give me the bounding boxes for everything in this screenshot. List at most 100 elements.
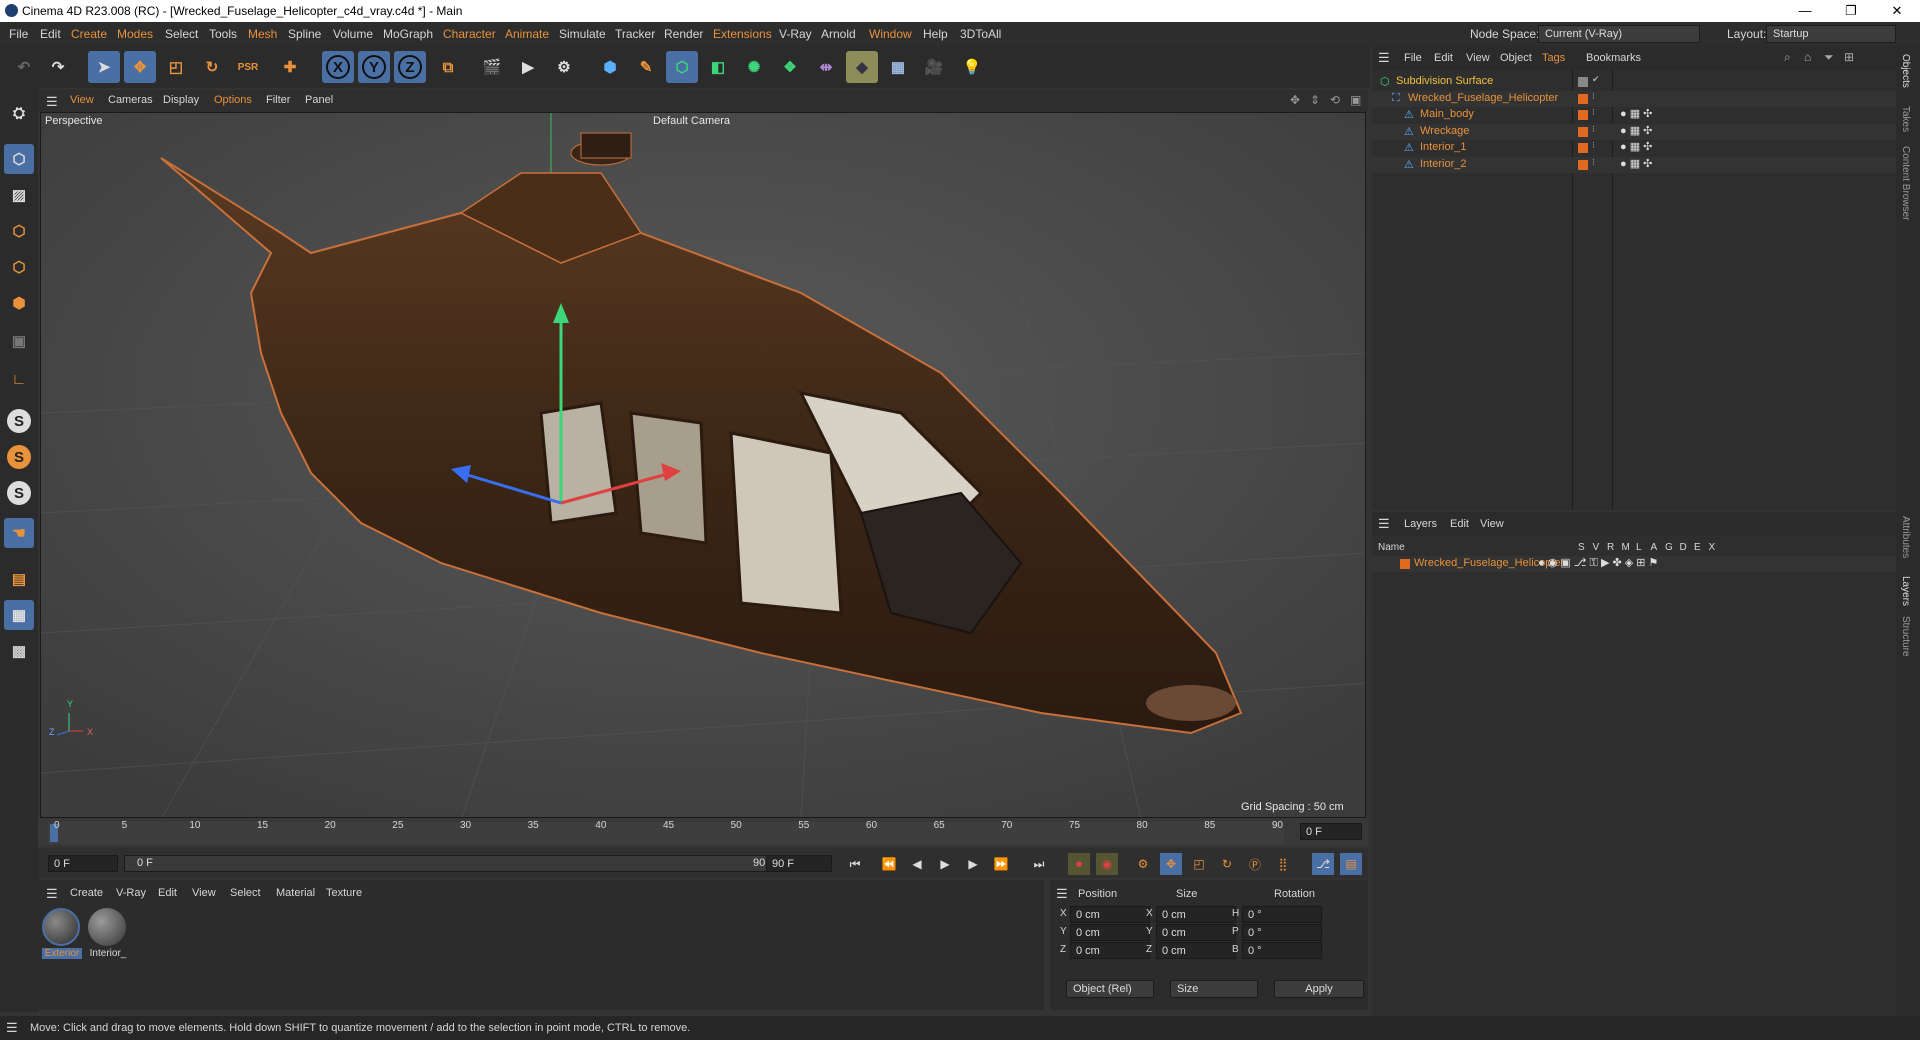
mograph-cloner-icon[interactable]: ✺ — [738, 51, 770, 83]
next-frame-icon[interactable]: ▶ — [962, 853, 984, 875]
status-menu-icon[interactable]: ☰ — [6, 1020, 18, 1036]
object-row[interactable]: ⚠ Interior_2 ⁝ ● ▦ ✣ — [1372, 156, 1896, 173]
layer-flag-header[interactable]: V — [1593, 542, 1600, 553]
subdivision-icon[interactable]: ⬡ — [666, 51, 698, 83]
layer-flag-header[interactable]: R — [1607, 542, 1614, 553]
menu-tracker[interactable]: Tracker — [615, 27, 655, 41]
prev-key-icon[interactable]: ⏪ — [878, 853, 900, 875]
rotation-field[interactable]: 0 ° — [1242, 924, 1322, 941]
menu-arnold[interactable]: Arnold — [821, 27, 856, 41]
object-menu-view[interactable]: View — [1466, 52, 1490, 64]
object-layer-swatch[interactable] — [1578, 126, 1588, 137]
object-name[interactable]: Subdivision Surface — [1396, 75, 1493, 87]
object-menu-bookmarks[interactable]: Bookmarks — [1586, 52, 1641, 64]
object-layer-swatch[interactable] — [1578, 159, 1588, 170]
layer-flag-header[interactable]: M — [1622, 542, 1630, 553]
material-menu-view[interactable]: View — [192, 887, 216, 899]
menu-spline[interactable]: Spline — [288, 27, 321, 41]
object-home-icon[interactable]: ⌂ — [1804, 50, 1811, 64]
locked-workplane-icon[interactable]: ▩ — [4, 636, 34, 666]
material-tag-icons[interactable]: ● ▦ ✣ — [1620, 140, 1652, 153]
menu-edit[interactable]: Edit — [40, 27, 61, 41]
timeline-window-icon[interactable]: ▤ — [1340, 853, 1362, 875]
menu-extensions[interactable]: Extensions — [713, 27, 772, 41]
menu-volume[interactable]: Volume — [333, 27, 373, 41]
model-mode-icon[interactable]: ⬡ — [4, 144, 34, 174]
schematic-icon[interactable]: ⎇ — [1312, 853, 1334, 875]
object-name[interactable]: Interior_1 — [1420, 141, 1466, 153]
layer-menu-edit[interactable]: Edit — [1450, 518, 1469, 530]
viewport-menu-panel[interactable]: Panel — [305, 94, 333, 106]
object-name[interactable]: Interior_2 — [1420, 158, 1466, 170]
object-row[interactable]: ⬡ Subdivision Surface ✔ — [1372, 74, 1896, 90]
visibility-dots-icon[interactable]: ⁝ — [1592, 157, 1595, 168]
current-frame-field[interactable]: 0 F — [48, 855, 118, 872]
layer-flag-header[interactable]: G — [1665, 542, 1673, 553]
move-tool-icon[interactable]: ✥ — [124, 51, 156, 83]
menu-modes[interactable]: Modes — [117, 27, 153, 41]
autokey-icon[interactable]: ◉ — [1096, 853, 1118, 875]
layer-flag-header[interactable]: D — [1680, 542, 1687, 553]
object-menu-icon[interactable]: ☰ — [1378, 50, 1390, 66]
deformer-icon[interactable]: ❖ — [774, 51, 806, 83]
menu-file[interactable]: File — [9, 27, 28, 41]
menu-tools[interactable]: Tools — [209, 27, 237, 41]
key-scale-icon[interactable]: ◰ — [1188, 853, 1210, 875]
material-menu-select[interactable]: Select — [230, 887, 261, 899]
material-menu-material[interactable]: Material — [276, 887, 315, 899]
keyframe-selection-icon[interactable]: ⚙ — [1132, 853, 1154, 875]
viewport-menu-icon[interactable]: ☰ — [46, 94, 58, 110]
render-settings-icon[interactable]: ⚙ — [548, 51, 580, 83]
object-layer-swatch[interactable] — [1578, 110, 1588, 120]
restore-button[interactable]: ❐ — [1828, 0, 1874, 22]
object-menu-edit[interactable]: Edit — [1434, 52, 1453, 64]
3d-viewport[interactable]: Perspective Default Camera Grid Spacing … — [40, 112, 1366, 818]
viewport-pan-icon[interactable]: ✥ — [1290, 93, 1300, 107]
object-row[interactable]: ⚠ Main_body ⁝ ● ▦ ✣ — [1372, 107, 1896, 123]
edges-mode-icon[interactable]: ⬡ — [4, 252, 34, 282]
object-name[interactable]: Wreckage — [1420, 125, 1469, 137]
tab-takes[interactable]: Takes — [1900, 106, 1911, 132]
add-tool-icon[interactable]: ✚ — [274, 51, 306, 83]
object-search-icon[interactable]: ⌕ — [1784, 50, 1791, 65]
layer-flag-header[interactable]: L — [1636, 542, 1642, 553]
snap-settings-icon[interactable]: S — [4, 442, 34, 472]
apply-button[interactable]: Apply — [1274, 980, 1364, 998]
object-name[interactable]: Wrecked_Fuselage_Helicopter — [1408, 92, 1558, 104]
timeline-ruler[interactable]: 0 5 10 15 20 25 30 35 40 45 50 55 60 65 70 75 80 85 90 0 F — [38, 818, 1368, 846]
render-view-icon[interactable]: ▶ — [512, 51, 544, 83]
scale-tool-icon[interactable]: ◰ — [160, 51, 192, 83]
polygons-mode-icon[interactable]: ⬢ — [4, 288, 34, 318]
object-name[interactable]: Main_body — [1420, 108, 1474, 120]
tab-structure[interactable]: Structure — [1900, 616, 1911, 657]
layer-flag-header[interactable]: A — [1651, 542, 1658, 553]
layer-menu-icon[interactable]: ☰ — [1378, 516, 1390, 532]
viewport-camera-label[interactable]: Default Camera — [653, 115, 730, 127]
tab-attributes[interactable]: Attributes — [1900, 516, 1911, 558]
object-menu-object[interactable]: Object — [1500, 52, 1532, 64]
select-tool-icon[interactable]: ➤ — [88, 51, 120, 83]
viewport-menu-filter[interactable]: Filter — [266, 94, 290, 106]
menu-character[interactable]: Character — [443, 27, 496, 41]
field-icon[interactable]: ◆ — [846, 51, 878, 83]
go-to-start-icon[interactable]: ⏮ — [844, 853, 866, 875]
viewport-zoom-icon[interactable]: ⇕ — [1310, 93, 1320, 107]
material-tag-icons[interactable]: ● ▦ ✣ — [1620, 107, 1652, 120]
material-tag-icons[interactable]: ● ▦ ✣ — [1620, 157, 1652, 170]
psr-tool-icon[interactable]: PSR — [232, 51, 264, 83]
viewport-menu-cameras[interactable]: Cameras — [108, 94, 153, 106]
prev-frame-icon[interactable]: ◀ — [906, 853, 928, 875]
position-field[interactable]: 0 cm — [1070, 942, 1150, 959]
menu-mesh[interactable]: Mesh — [248, 27, 277, 41]
menu-select[interactable]: Select — [165, 27, 198, 41]
tab-objects[interactable]: Objects — [1900, 54, 1911, 88]
redo-icon[interactable]: ↷ — [42, 51, 74, 83]
position-field[interactable]: 0 cm — [1070, 906, 1150, 923]
axis-x-toggle[interactable]: X — [322, 51, 354, 83]
tab-content-browser[interactable]: Content Browser — [1900, 146, 1911, 220]
object-menu-file[interactable]: File — [1404, 52, 1422, 64]
menu-3dtoall[interactable]: 3DToAll — [960, 27, 1001, 41]
object-layer-swatch[interactable] — [1578, 143, 1588, 153]
axis-y-toggle[interactable]: Y — [358, 51, 390, 83]
axis-mode-icon[interactable]: ∟ — [4, 364, 34, 394]
